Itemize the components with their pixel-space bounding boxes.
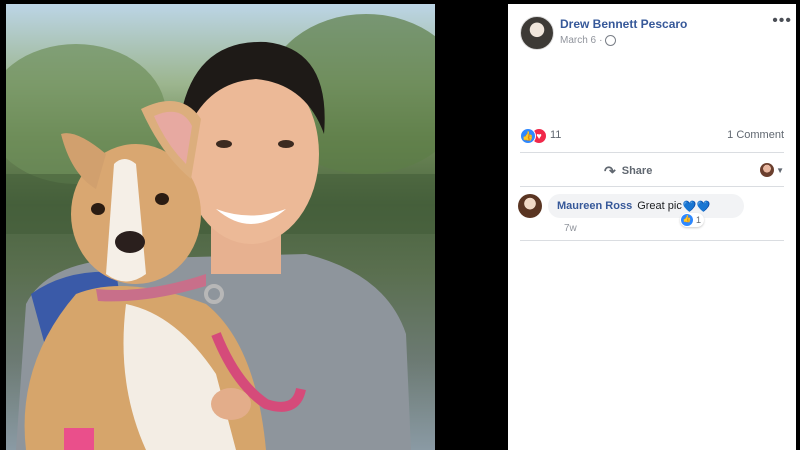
post-side-panel: Drew Bennett Pescaro March 6 · ••• 👍 ♥ 1… [508,4,796,450]
divider [520,186,784,187]
meta-separator: · [599,35,603,46]
like-reaction-icon: 👍 [681,214,693,226]
comment-item: Maureen Ross Great pic 💙💙 👍 1 7w [518,194,788,244]
more-options-icon[interactable]: ••• [772,12,792,30]
comment-text: Great pic [637,200,682,212]
comment-bubble: Maureen Ross Great pic 💙💙 [548,194,745,218]
author-name[interactable]: Drew Bennett Pescaro [560,17,687,31]
post-header: Drew Bennett Pescaro March 6 · ••• [520,12,791,56]
comment-emoji: 💙💙 [682,200,711,213]
photo-illustration [6,14,435,450]
reactions-bar: 👍 ♥ 11 1 Comment [520,128,784,148]
comment-reaction-badge[interactable]: 👍 1 [680,213,705,227]
divider [520,240,784,241]
photo-viewer-backdrop [435,0,505,450]
share-label: Share [621,165,653,177]
post-photo[interactable] [6,4,435,450]
like-reaction-icon[interactable]: 👍 [520,128,536,144]
divider [520,152,784,153]
reaction-count[interactable]: 11 [550,129,561,141]
post-meta: March 6 · [560,35,617,46]
share-button[interactable]: ↷ Share [604,161,652,181]
viewer-selector[interactable]: ▼ [760,163,784,177]
commenter-name[interactable]: Maureen Ross [557,200,632,212]
viewer-avatar [760,163,775,177]
globe-icon[interactable] [605,35,617,46]
post-date[interactable]: March 6 [560,35,596,46]
comment-count-link[interactable]: 1 Comment [727,129,784,141]
comment-reaction-count: 1 [696,215,702,225]
commenter-avatar[interactable] [518,194,542,218]
chevron-down-icon: ▼ [776,165,784,175]
share-icon: ↷ [604,162,616,179]
comment-timestamp[interactable]: 7w [564,223,577,234]
author-avatar[interactable] [520,16,554,50]
post-actions: ↷ Share ▼ [520,156,784,186]
